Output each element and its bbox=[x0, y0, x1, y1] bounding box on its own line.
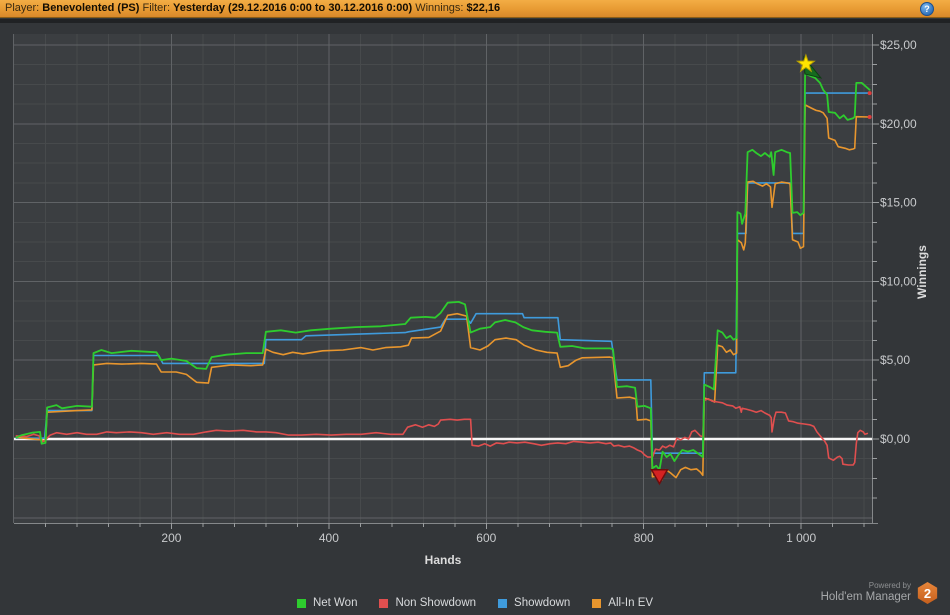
powered-by-block: Powered by Hold'em Manager 2 bbox=[821, 582, 938, 604]
filter-value: Yesterday (29.12.2016 0:00 to 30.12.2016… bbox=[173, 2, 413, 14]
filter-label: Filter: bbox=[142, 2, 171, 14]
x-axis-title: Hands bbox=[424, 553, 462, 567]
series-end-dot bbox=[867, 91, 872, 96]
plot-area bbox=[14, 34, 872, 523]
legend-swatch bbox=[379, 598, 389, 608]
legend-swatch bbox=[296, 598, 306, 608]
help-icon[interactable]: ? bbox=[920, 2, 934, 16]
brand-badge-icon: 2 bbox=[917, 582, 938, 604]
y-tick-label: $15,00 bbox=[880, 196, 917, 210]
brand-name: Hold'em Manager bbox=[820, 591, 911, 604]
legend-item-all-in-ev: All-In EV bbox=[592, 597, 653, 609]
legend-swatch bbox=[592, 598, 602, 608]
legend-label: Non Showdown bbox=[395, 597, 477, 609]
legend-item-non-showdown: Non Showdown bbox=[379, 597, 476, 609]
player-name: Benevolented (PS) bbox=[42, 2, 140, 14]
player-label: Player: bbox=[5, 2, 40, 14]
y-tick-label: $25,00 bbox=[880, 38, 917, 52]
legend-label: Net Won bbox=[312, 597, 358, 609]
winnings-label: Winnings: bbox=[415, 2, 464, 14]
y-tick-label: $5,00 bbox=[880, 353, 910, 367]
x-tick-label: 800 bbox=[634, 531, 654, 545]
winnings-chart: 200 400 600 800 1 000 $25,00 $20,00 $15,00 $10,0… bbox=[13, 34, 917, 545]
x-tick-label: 200 bbox=[161, 531, 181, 545]
x-tick-label: 400 bbox=[319, 531, 339, 545]
x-tick-label: 600 bbox=[476, 531, 496, 545]
series-end-dot bbox=[867, 115, 872, 120]
legend-label: All-In EV bbox=[608, 597, 654, 609]
legend-label: Showdown bbox=[514, 597, 571, 609]
y-tick-label: $0,00 bbox=[880, 432, 910, 446]
x-tick-label: 1 000 bbox=[786, 531, 816, 545]
legend-item-showdown: Showdown bbox=[498, 597, 570, 609]
powered-by-label: Powered by bbox=[868, 581, 911, 591]
legend: Net Won Non Showdown Showdown All-In EV bbox=[0, 594, 950, 612]
y-tick-label: $20,00 bbox=[880, 117, 917, 131]
winnings-value: $22,16 bbox=[466, 2, 501, 14]
y-axis-title: Winnings bbox=[915, 245, 929, 299]
legend-swatch bbox=[498, 598, 508, 608]
filter-bar: Player: Benevolented (PS) Filter: Yesterda… bbox=[0, 0, 950, 18]
y-tick-label: $10,00 bbox=[880, 274, 917, 288]
legend-item-net-won: Net Won bbox=[296, 597, 358, 609]
topbar-divider bbox=[0, 19, 950, 23]
